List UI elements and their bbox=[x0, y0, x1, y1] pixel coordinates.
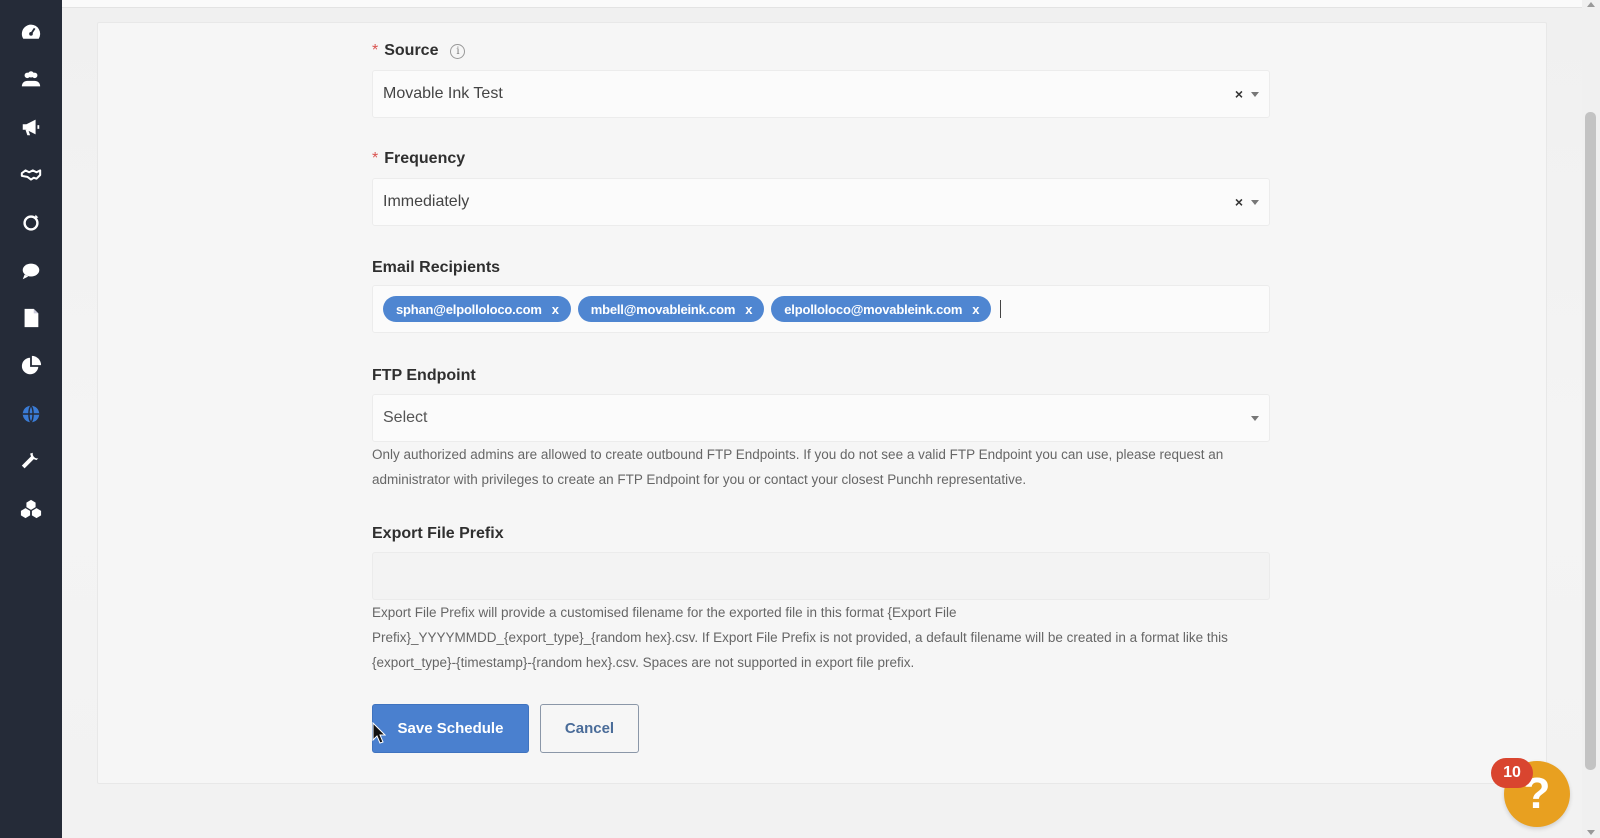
chevron-down-icon bbox=[1251, 199, 1259, 205]
megaphone-icon bbox=[22, 119, 40, 136]
sidebar-item-loop[interactable] bbox=[0, 203, 62, 243]
export-file-prefix-input[interactable] bbox=[372, 552, 1270, 600]
sidebar-item-tools[interactable] bbox=[0, 441, 62, 481]
top-strip bbox=[62, 0, 1582, 8]
cancel-button[interactable]: Cancel bbox=[540, 704, 639, 753]
info-icon[interactable]: i bbox=[450, 43, 466, 59]
export-file-prefix-help-text: Export File Prefix will provide a custom… bbox=[372, 605, 1228, 670]
sidebar-item-dashboard[interactable] bbox=[0, 12, 62, 52]
ftp-endpoint-label: FTP Endpoint bbox=[372, 367, 476, 384]
sidebar-item-users[interactable] bbox=[0, 59, 62, 99]
frequency-label: * Frequency bbox=[372, 150, 466, 167]
source-label: * Source i bbox=[372, 42, 466, 60]
loop-icon bbox=[23, 214, 39, 231]
required-marker: * bbox=[372, 150, 379, 167]
sidebar-item-reports[interactable] bbox=[0, 346, 62, 386]
ftp-endpoint-select[interactable]: Select bbox=[372, 394, 1270, 442]
sidebar-item-settings[interactable] bbox=[0, 489, 62, 529]
dashboard-icon bbox=[21, 24, 41, 39]
handshake-icon bbox=[20, 169, 42, 181]
pie-chart-icon bbox=[21, 355, 42, 375]
sidebar-item-integrations[interactable] bbox=[0, 394, 62, 434]
ftp-endpoint-help-text: Only authorized admins are allowed to cr… bbox=[372, 447, 1224, 487]
globe-icon bbox=[22, 405, 40, 423]
wrench-icon bbox=[21, 452, 39, 469]
scroll-thumb[interactable] bbox=[1585, 112, 1596, 770]
page-scrollbar[interactable] bbox=[1582, 0, 1600, 838]
chat-icon bbox=[22, 263, 40, 280]
email-tag: elpolloloco@movableink.com x bbox=[771, 296, 992, 322]
frequency-clear-icon[interactable]: × bbox=[1235, 194, 1243, 210]
sidebar-item-documents[interactable] bbox=[0, 298, 62, 338]
source-selected-value: Movable Ink Test bbox=[383, 85, 503, 102]
source-clear-icon[interactable]: × bbox=[1235, 86, 1243, 102]
text-caret bbox=[1000, 300, 1002, 318]
sidebar-item-partners[interactable] bbox=[0, 155, 62, 195]
chevron-down-icon bbox=[1251, 415, 1259, 421]
email-recipients-label: Email Recipients bbox=[372, 259, 501, 276]
email-tag: sphan@elpolloloco.com x bbox=[383, 296, 571, 322]
required-marker: * bbox=[372, 42, 379, 59]
frequency-select[interactable]: Immediately × bbox=[372, 178, 1270, 226]
document-icon bbox=[24, 308, 39, 328]
cubes-icon bbox=[20, 499, 42, 519]
remove-tag-icon[interactable]: x bbox=[972, 302, 979, 317]
sidebar bbox=[0, 0, 62, 838]
users-icon bbox=[21, 71, 41, 87]
frequency-selected-value: Immediately bbox=[383, 193, 470, 210]
sidebar-item-messages[interactable] bbox=[0, 251, 62, 291]
scroll-up-icon[interactable] bbox=[1587, 2, 1595, 7]
ftp-endpoint-placeholder: Select bbox=[383, 409, 428, 426]
source-select[interactable]: Movable Ink Test × bbox=[372, 70, 1270, 118]
email-tag: mbell@movableink.com x bbox=[577, 296, 765, 322]
remove-tag-icon[interactable]: x bbox=[552, 302, 559, 317]
save-schedule-button[interactable]: Save Schedule bbox=[372, 704, 529, 753]
chevron-down-icon bbox=[1251, 91, 1259, 97]
export-file-prefix-label: Export File Prefix bbox=[372, 525, 504, 542]
scroll-down-icon[interactable] bbox=[1587, 830, 1595, 835]
notification-badge: 10 bbox=[1491, 758, 1533, 788]
email-recipients-input[interactable]: sphan@elpolloloco.com x mbell@movableink… bbox=[372, 285, 1270, 333]
mouse-pointer-icon bbox=[372, 722, 386, 744]
sidebar-item-campaigns[interactable] bbox=[0, 107, 62, 147]
remove-tag-icon[interactable]: x bbox=[745, 302, 752, 317]
